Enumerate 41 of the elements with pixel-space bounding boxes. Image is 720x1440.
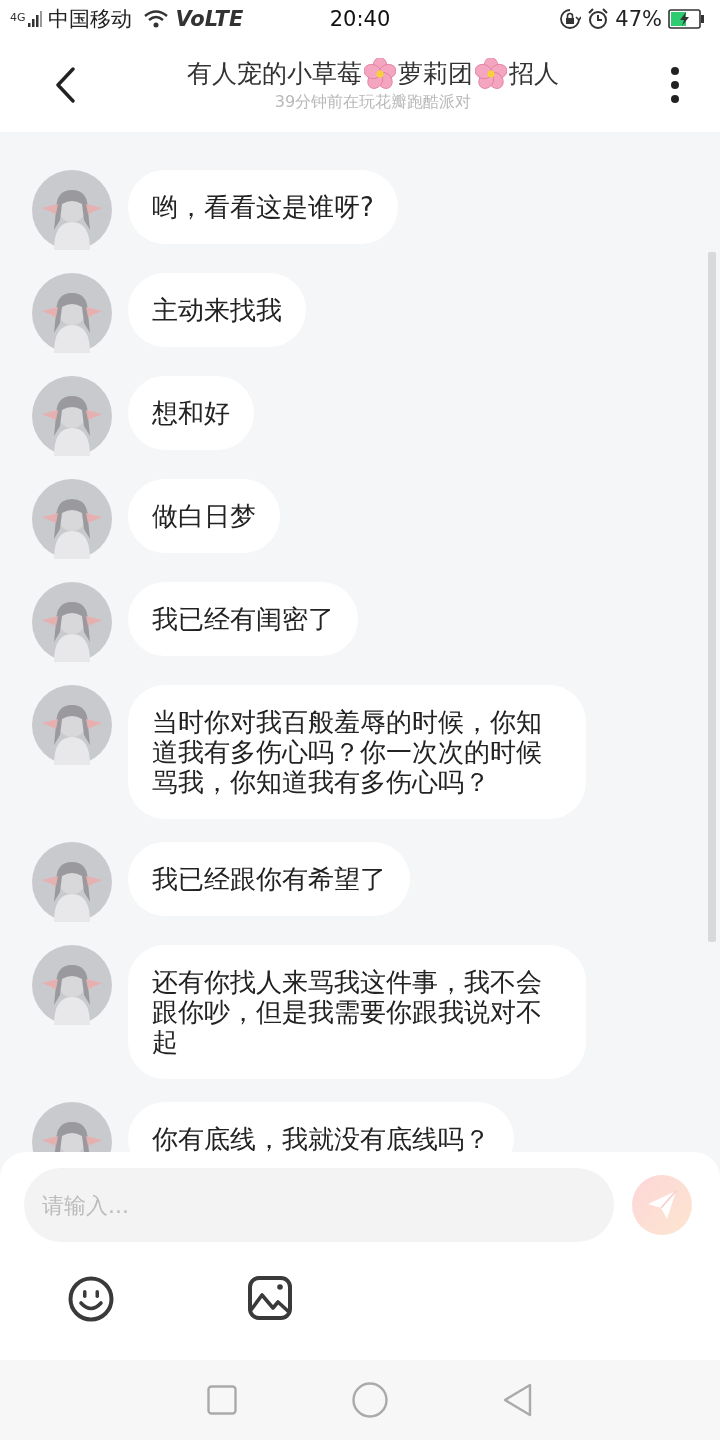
more-icon (670, 67, 680, 103)
chat-title: 萝莉团 (398, 58, 473, 90)
scrollbar[interactable] (708, 252, 716, 942)
blossom-icon (475, 57, 507, 90)
avatar[interactable] (32, 479, 112, 559)
clock-time: 20:40 (328, 7, 392, 31)
signal-icon (27, 11, 42, 27)
battery-percent: 47% (615, 7, 662, 31)
message-bubble: 做白日梦 (128, 479, 280, 553)
network-type: 4G (10, 11, 26, 24)
activity-status: 39分钟前在玩花瓣跑酷派对 (274, 92, 472, 113)
blossom-icon (364, 57, 396, 90)
avatar[interactable] (32, 170, 112, 250)
volte-label: VoLTE (175, 7, 244, 31)
carrier-name: 中国移动 (47, 6, 132, 33)
avatar[interactable] (32, 582, 112, 662)
alarm-clock-icon (587, 8, 610, 30)
send-button[interactable] (632, 1175, 692, 1235)
emoji-icon[interactable] (68, 1276, 114, 1322)
message-bubble: 哟，看看这是谁呀? (128, 170, 398, 244)
message-bubble: 想和好 (128, 376, 254, 450)
avatar[interactable] (32, 945, 112, 1025)
back-icon[interactable] (502, 1383, 533, 1417)
avatar[interactable] (32, 842, 112, 922)
wifi-icon (143, 10, 170, 28)
home-icon[interactable] (352, 1382, 388, 1418)
avatar[interactable] (32, 376, 112, 456)
chat-title: 有人宠的小草莓 (187, 58, 362, 90)
avatar[interactable] (32, 685, 112, 765)
message-bubble: 主动来找我 (128, 273, 306, 347)
image-icon[interactable] (248, 1276, 292, 1320)
recent-apps-icon[interactable] (207, 1385, 238, 1415)
message-bubble: 还有你找人来骂我这件事，我不会跟你吵，但是我需要你跟我说对不起 (128, 945, 586, 1079)
rotation-lock-icon (559, 8, 582, 30)
message-bubble: 当时你对我百般羞辱的时候，你知道我有多伤心吗？你一次次的时候骂我，你知道我有多伤心吗？ (128, 685, 586, 819)
chat-title: 招人 (509, 58, 559, 90)
chevron-left-icon (54, 67, 76, 103)
battery-icon (668, 9, 704, 29)
message-bubble: 我已经跟你有希望了 (128, 842, 410, 916)
message-bubble: 我已经有闺密了 (128, 582, 358, 656)
avatar[interactable] (32, 273, 112, 353)
